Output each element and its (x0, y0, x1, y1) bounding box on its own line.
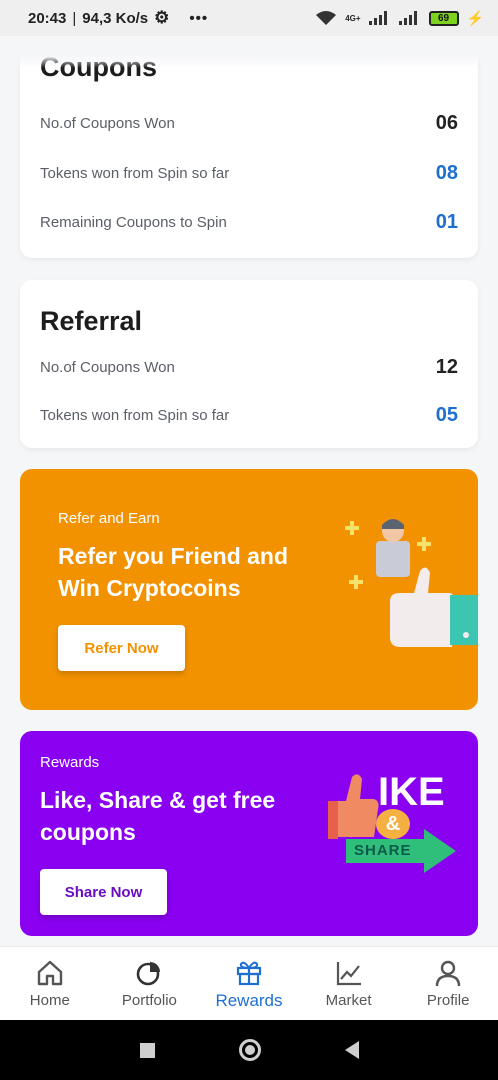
refer-headline: Refer you Friend and Win Cryptocoins (58, 540, 288, 604)
referral-card: Referral No.of Coupons Won 12 Tokens won… (20, 280, 478, 448)
row-value: 08 (435, 162, 458, 184)
status-bar: 20:43 | 94,3 Ko/s ⚙ ••• 4G+ 69 ⚡ (0, 0, 498, 36)
person-icon (376, 519, 410, 577)
signal-icon (368, 11, 387, 25)
rewards-banner: Rewards Like, Share & get free coupons S… (20, 731, 478, 936)
nav-portfolio-label: Portfolio (121, 992, 177, 1009)
nav-profile[interactable]: Profile (398, 947, 498, 1020)
nav-rewards-label: Rewards (215, 990, 283, 1010)
bottom-navigation: Home Portfolio Rewards Market Profile (0, 946, 498, 1020)
gear-icon: ⚙ (154, 8, 170, 27)
refer-headline-line2: Win Cryptocoins (58, 575, 241, 601)
coupons-row-tokens: Tokens won from Spin so far 08 (40, 162, 458, 185)
nav-profile-label: Profile (426, 992, 470, 1009)
network-type: 4G+ (345, 13, 361, 23)
nav-portfolio[interactable]: Portfolio (100, 947, 200, 1020)
like-text: IKE (378, 770, 445, 814)
row-label: No.of Coupons Won (40, 115, 175, 132)
rewards-headline-line1: Like, Share & get free (40, 787, 276, 813)
network-speed: 94,3 Ko/s (82, 9, 149, 27)
pie-chart-icon (137, 962, 161, 986)
refer-banner: Refer and Earn Refer you Friend and Win … (20, 469, 478, 710)
wifi-icon (316, 11, 337, 25)
row-label: Remaining Coupons to Spin (40, 214, 227, 231)
share-now-button[interactable]: Share Now (40, 869, 167, 915)
user-icon (435, 960, 461, 987)
rewards-headline-line2: coupons (40, 819, 136, 845)
row-value: 01 (435, 211, 458, 233)
row-label: Tokens won from Spin so far (40, 165, 230, 182)
system-navigation-bar (0, 1020, 498, 1080)
rewards-scroll-view[interactable]: Coupons No.of Coupons Won 06 Tokens won … (0, 36, 498, 946)
recent-apps-icon[interactable] (139, 1042, 155, 1058)
refer-now-button[interactable]: Refer Now (58, 625, 185, 671)
battery-icon: 69 (428, 10, 459, 26)
rewards-headline: Like, Share & get free coupons (40, 784, 275, 848)
row-value: 06 (435, 112, 458, 134)
referral-row-tokens: Tokens won from Spin so far 05 (40, 404, 458, 427)
nav-home[interactable]: Home (0, 947, 100, 1020)
nav-market[interactable]: Market (299, 947, 399, 1020)
more-icon: ••• (189, 9, 209, 27)
home-circle-icon[interactable] (238, 1039, 261, 1061)
nav-market-label: Market (325, 992, 372, 1009)
nav-rewards[interactable]: Rewards (199, 947, 299, 1020)
scroll-clip (0, 36, 498, 68)
status-time: 20:43 (28, 9, 67, 27)
battery-level: 69 (438, 12, 450, 24)
coupons-row-won: No.of Coupons Won 06 (40, 112, 458, 135)
share-text: SHARE (354, 842, 412, 859)
nav-home-label: Home (29, 992, 70, 1009)
home-icon (37, 960, 62, 986)
refer-headline-line1: Refer you Friend and (58, 543, 289, 569)
line-chart-icon (336, 962, 361, 986)
hand-icon (390, 567, 478, 647)
thumbs-up-illustration (345, 519, 478, 647)
referral-title: Referral (40, 306, 143, 336)
row-value: 12 (435, 356, 458, 378)
gift-icon (236, 961, 262, 985)
coupons-card: Coupons No.of Coupons Won 06 Tokens won … (20, 36, 478, 258)
row-label: No.of Coupons Won (40, 359, 175, 376)
row-value: 05 (435, 404, 458, 426)
like-share-illustration: IKE & SHARE (326, 769, 458, 879)
back-icon[interactable] (344, 1041, 359, 1059)
rewards-kicker: Rewards (40, 754, 100, 771)
row-label: Tokens won from Spin so far (40, 407, 230, 424)
charging-icon: ⚡ (466, 9, 484, 26)
signal-icon-2 (398, 11, 417, 25)
refer-kicker: Refer and Earn (58, 510, 160, 527)
coupons-row-remaining: Remaining Coupons to Spin 01 (40, 211, 458, 234)
referral-row-won: No.of Coupons Won 12 (40, 356, 458, 379)
